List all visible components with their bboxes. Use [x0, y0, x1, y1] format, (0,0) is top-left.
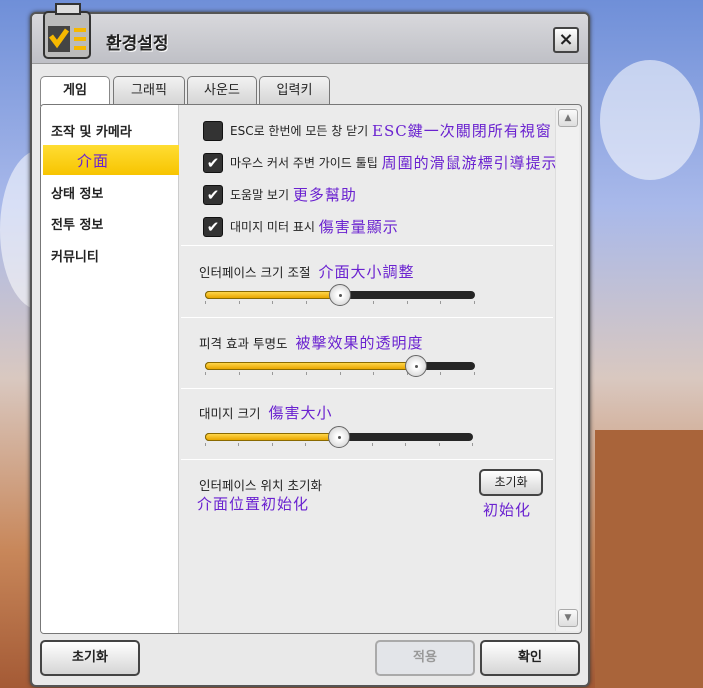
sidebar-item-label: 介面 — [77, 152, 110, 170]
option-damage-meter[interactable]: ✔ 대미지 미터 표시 傷害量顯示 — [203, 216, 399, 237]
tab-sound[interactable]: 사운드 — [187, 76, 257, 105]
divider — [181, 459, 553, 460]
sidebar-item-controls[interactable]: 조작 및 카메라 — [51, 121, 132, 140]
sidebar: 조작 및 카메라 介面 상태 정보 전투 정보 커뮤니티 — [41, 105, 179, 633]
sidebar-item-community[interactable]: 커뮤니티 — [51, 246, 99, 265]
slider-note: 介面大小調整 — [318, 263, 415, 281]
slider-note: 傷害大小 — [268, 404, 333, 422]
position-reset-label: 인터페이스 위치 초기화 — [199, 478, 322, 493]
position-reset-button[interactable]: 초기화 — [479, 469, 543, 496]
cloud — [600, 60, 700, 180]
divider — [181, 245, 553, 246]
slider-label-text: 인터페이스 크기 조절 — [199, 265, 311, 280]
slider-fill — [205, 433, 339, 441]
position-reset-button-note: 初始化 — [483, 501, 532, 519]
background-building — [595, 430, 703, 688]
sidebar-item-status[interactable]: 상태 정보 — [51, 183, 103, 202]
title-bar[interactable]: 환경설정 × — [32, 3, 588, 64]
checkbox-checked-icon[interactable]: ✔ — [203, 184, 223, 205]
slider-fill — [205, 362, 416, 370]
option-esc-close[interactable]: ESC로 한번에 모든 창 닫기 ESC鍵一次關閉所有視窗 — [203, 120, 552, 141]
tab-keys[interactable]: 입력키 — [259, 76, 330, 105]
slider-label: 대미지 크기 傷害大小 — [199, 402, 333, 423]
slider-thumb[interactable] — [328, 426, 350, 448]
slider-thumb[interactable] — [329, 284, 351, 306]
option-label: 대미지 미터 표시 — [230, 220, 315, 234]
window-title: 환경설정 — [106, 34, 169, 54]
slider-label-text: 피격 효과 투명도 — [199, 336, 288, 351]
slider-label: 피격 효과 투명도 被擊效果的透明度 — [199, 332, 423, 353]
option-cursor-tooltip[interactable]: ✔ 마우스 커서 주변 가이드 툴팁 周圍的滑鼠游標引導提示 — [203, 152, 558, 173]
settings-gear-icon — [43, 3, 91, 59]
option-note: 傷害量顯示 — [318, 218, 399, 236]
tab-game[interactable]: 게임 — [40, 76, 110, 106]
tab-graphics[interactable]: 그래픽 — [113, 76, 185, 105]
option-note: 更多幫助 — [292, 186, 357, 204]
scrollbar[interactable]: ▲ ▼ — [555, 108, 579, 631]
divider — [181, 317, 553, 318]
hit-effect-opacity-slider[interactable] — [205, 355, 475, 377]
option-help[interactable]: ✔ 도움말 보기 更多幫助 — [203, 184, 357, 205]
damage-size-slider[interactable] — [205, 426, 473, 448]
apply-button[interactable]: 적용 — [375, 640, 475, 676]
checkbox-checked-icon[interactable]: ✔ — [203, 152, 223, 173]
slider-note: 被擊效果的透明度 — [295, 334, 424, 352]
slider-fill — [205, 291, 340, 299]
close-button[interactable]: × — [553, 27, 579, 53]
option-label: ESC로 한번에 모든 창 닫기 — [230, 124, 369, 138]
checkbox-unchecked[interactable] — [203, 120, 223, 141]
slider-label: 인터페이스 크기 조절 介面大小調整 — [199, 261, 414, 282]
option-note: ESC鍵一次關閉所有視窗 — [372, 122, 552, 140]
sidebar-item-interface[interactable]: 介面 — [43, 145, 179, 175]
scroll-down-icon[interactable]: ▼ — [558, 609, 578, 627]
position-reset-note: 介面位置初始化 — [197, 495, 310, 513]
divider — [181, 388, 553, 389]
slider-ticks — [205, 372, 475, 376]
settings-window: 환경설정 × 게임 그래픽 사운드 입력키 조작 및 카메라 介面 상태 정보 … — [30, 3, 590, 687]
option-label: 도움말 보기 — [230, 188, 290, 202]
checkbox-checked-icon[interactable]: ✔ — [203, 216, 223, 237]
slider-thumb[interactable] — [404, 355, 427, 377]
sidebar-item-combat[interactable]: 전투 정보 — [51, 214, 103, 233]
reset-button[interactable]: 초기화 — [40, 640, 140, 676]
option-note: 周圍的滑鼠游標引導提示 — [381, 154, 558, 172]
slider-label-text: 대미지 크기 — [199, 406, 261, 421]
option-label: 마우스 커서 주변 가이드 툴팁 — [230, 156, 378, 170]
scroll-up-icon[interactable]: ▲ — [558, 109, 578, 127]
ok-button[interactable]: 확인 — [480, 640, 580, 676]
interface-size-slider[interactable] — [205, 284, 475, 306]
settings-panel: 조작 및 카메라 介面 상태 정보 전투 정보 커뮤니티 ESC로 한번에 모든… — [40, 104, 582, 634]
